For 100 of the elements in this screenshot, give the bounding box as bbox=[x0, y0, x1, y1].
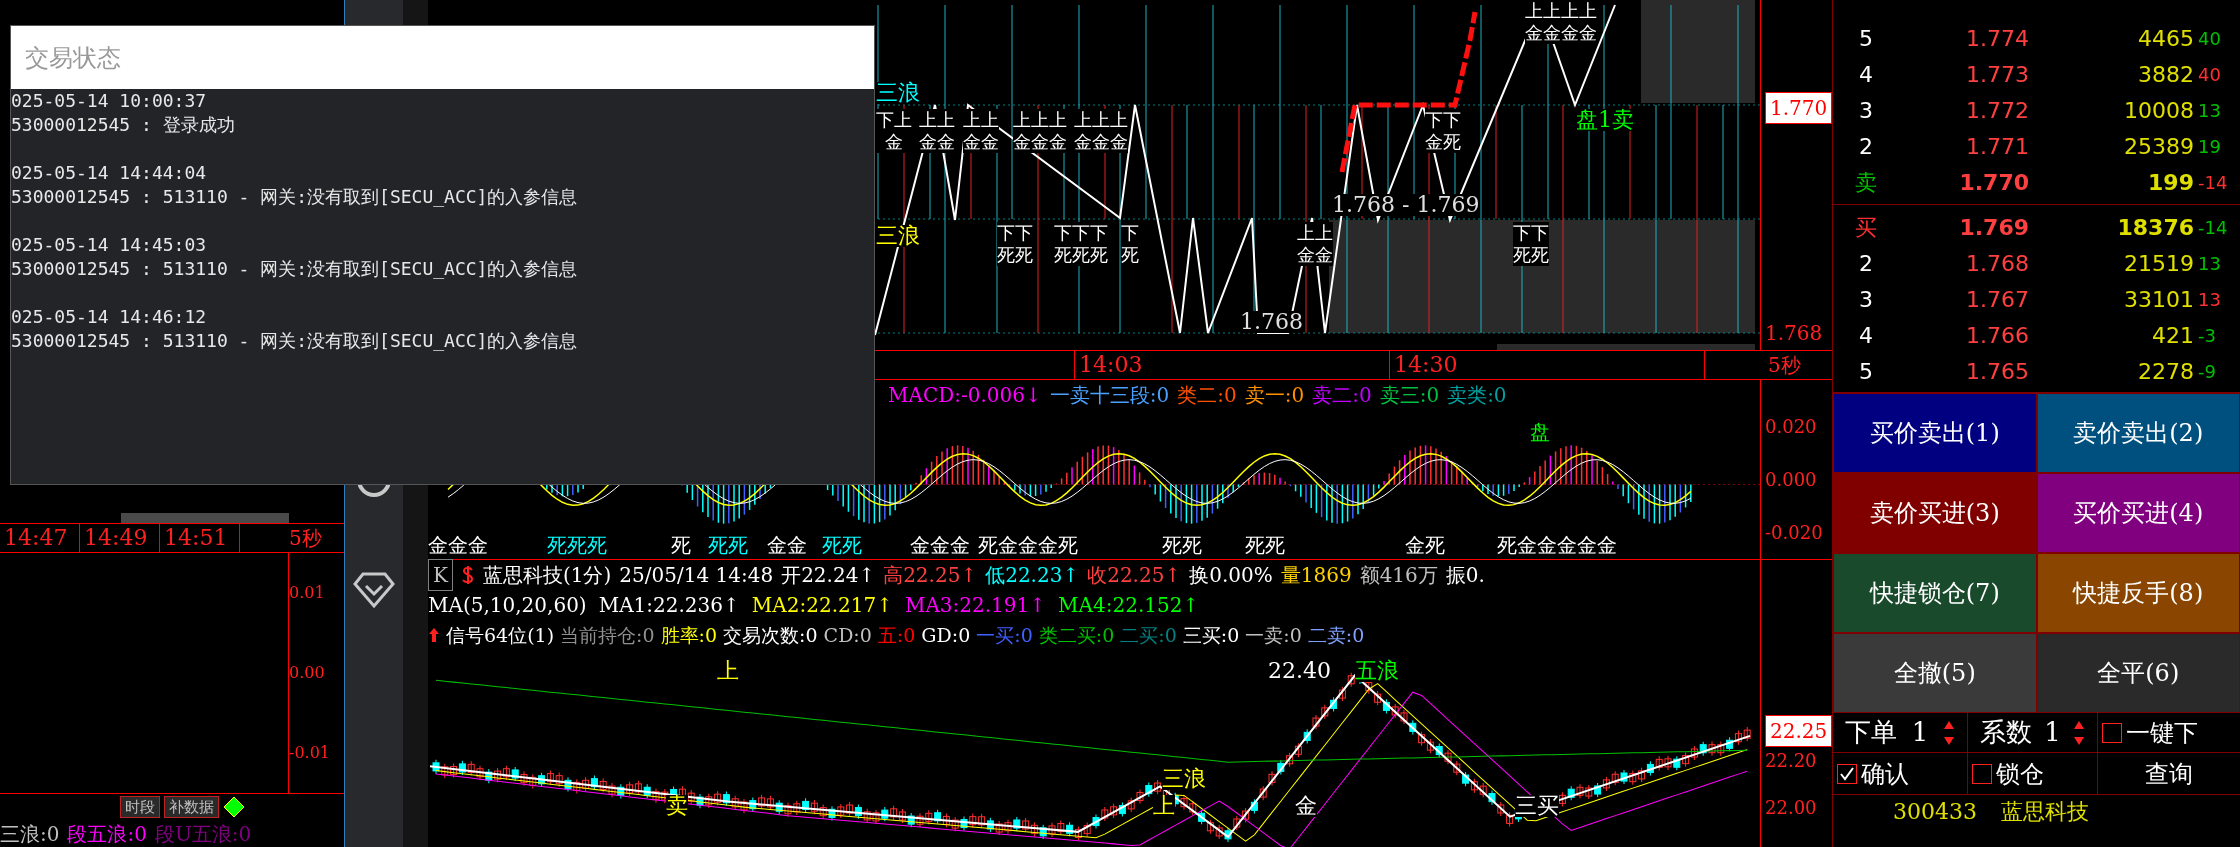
signal-value: 二买:0 bbox=[1120, 622, 1177, 648]
change-value: 40 bbox=[2197, 26, 2221, 51]
indicator-value: MACD:-0.006↓ bbox=[888, 382, 1042, 409]
signal-mark: 上上 金金 bbox=[1297, 222, 1333, 266]
level-label: 4 bbox=[1858, 321, 1874, 350]
price-value: 1.769 bbox=[1958, 213, 2029, 242]
dollar-icon bbox=[460, 565, 475, 585]
price-value: 1.774 bbox=[1965, 24, 2029, 53]
ma-value: MA2:22.217↑ bbox=[751, 592, 893, 619]
trade-button[interactable]: 卖价卖出(2) bbox=[2036, 393, 2240, 473]
change-value: 19 bbox=[2197, 134, 2221, 159]
signal-mark: 上上上上 金金金金 bbox=[1525, 0, 1597, 44]
price-value: 1.765 bbox=[1965, 357, 2029, 386]
ma-value: MA3:22.191↑ bbox=[904, 592, 1047, 619]
chart-label: 三浪 bbox=[876, 225, 920, 247]
change-value: 13 bbox=[2197, 287, 2221, 312]
quantity-field[interactable]: 1 bbox=[2036, 713, 2069, 752]
signal-value: 一卖:0 bbox=[1245, 622, 1302, 648]
time-label: 14:47 bbox=[0, 524, 80, 552]
trade-button[interactable]: 买价买进(4) bbox=[2036, 473, 2240, 553]
axis-label: 1.768 bbox=[1765, 320, 1824, 347]
log-time: 025-05-14 14:46:12 bbox=[11, 305, 208, 329]
dialog-title: 交易状态 bbox=[25, 42, 121, 74]
log-time: 025-05-14 14:44:04 bbox=[11, 161, 208, 185]
price-value: 1.770 bbox=[1958, 168, 2029, 197]
log-time: 025-05-14 14:45:03 bbox=[11, 233, 208, 257]
level-label: 买 bbox=[1854, 213, 1878, 242]
stat-text: 段U五浪:0 bbox=[154, 820, 252, 847]
axis-label: -0.01 bbox=[289, 742, 332, 764]
quote-value: 收22.25↑ bbox=[1087, 562, 1182, 589]
chart-label: 盘 bbox=[1530, 422, 1550, 442]
chart-label: 死 bbox=[671, 535, 691, 555]
signal-mark: 下上 金 bbox=[876, 109, 912, 153]
field-label: 系数 bbox=[1980, 716, 2032, 749]
time-label: 14:30 bbox=[1390, 351, 1705, 379]
price-tag: 22.25 bbox=[1765, 715, 1833, 747]
chart-label: 五浪 bbox=[1355, 660, 1399, 682]
chart-label: 三买 bbox=[1515, 795, 1559, 817]
stat-text: 段五浪:0 bbox=[67, 820, 147, 847]
chart-label: 1.768 - 1.769 bbox=[1332, 194, 1480, 216]
price-value: 1.771 bbox=[1965, 132, 2029, 161]
stock-name: 蓝思科技 bbox=[2001, 798, 2089, 826]
change-value: 40 bbox=[2197, 62, 2221, 87]
period-label: 5秒 bbox=[1767, 352, 1802, 379]
signal-value: 当前持仓:0 bbox=[560, 622, 655, 648]
quote-value: 量1869 bbox=[1280, 562, 1352, 589]
stock-name: 蓝思科技(1分) bbox=[482, 562, 612, 589]
trade-button[interactable]: 全平(6) bbox=[2036, 633, 2240, 713]
trade-button[interactable]: 卖价买进(3) bbox=[1833, 473, 2037, 553]
trade-button[interactable]: 买价卖出(1) bbox=[1833, 393, 2037, 473]
chart-label: 1.768 bbox=[1240, 311, 1303, 333]
signal-value: 一买:0 bbox=[976, 622, 1033, 648]
signal-mark: 下下 金死 bbox=[1425, 109, 1461, 153]
chart-label: 死死 bbox=[1162, 535, 1202, 555]
price-tag: 1.770 bbox=[1765, 92, 1833, 124]
chart-label: 死死 bbox=[1245, 535, 1285, 555]
signal-value: GD:0 bbox=[921, 622, 971, 648]
time-label: 14:03 bbox=[1075, 351, 1390, 379]
checkbox[interactable] bbox=[1972, 763, 1992, 784]
chart-label: 死死 bbox=[822, 535, 862, 555]
level-label: 5 bbox=[1858, 24, 1874, 53]
signal-value: 二卖:0 bbox=[1307, 622, 1365, 648]
stat-text: 三浪:0 bbox=[0, 820, 60, 847]
scrollbar[interactable] bbox=[121, 513, 289, 523]
quote-value: 高22.25↑ bbox=[883, 562, 978, 589]
signal-mark: 上上上 金金金 bbox=[1013, 109, 1067, 153]
chart-label: 三浪 bbox=[1162, 768, 1206, 790]
signal-value: 类二买:0 bbox=[1038, 622, 1115, 648]
level-label: 5 bbox=[1858, 357, 1874, 386]
diamond-check-icon[interactable] bbox=[353, 570, 395, 610]
checkbox-label: 锁仓 bbox=[1996, 758, 2044, 790]
price-value: 1.768 bbox=[1965, 249, 2029, 278]
time-label: 14:49 bbox=[80, 524, 160, 552]
ma-value: MA4:22.152↑ bbox=[1058, 592, 1200, 619]
axis-label: 0.00 bbox=[289, 662, 326, 684]
trade-button[interactable]: 快捷锁仓(7) bbox=[1833, 553, 2037, 633]
checkbox[interactable] bbox=[2102, 722, 2122, 743]
log-message: 53000012545 : 登录成功 bbox=[11, 113, 236, 137]
period-label: 5秒 bbox=[289, 525, 323, 552]
level-label: 2 bbox=[1858, 249, 1874, 278]
log-message: 53000012545 : 513110 - 网关:没有取到[SECU_ACC]的入参信息 bbox=[11, 185, 579, 209]
quantity-field[interactable]: 1 bbox=[1903, 713, 1937, 752]
trade-button[interactable]: 快捷反手(8) bbox=[2036, 553, 2240, 633]
chart-label: 死死 bbox=[708, 535, 748, 555]
chart-label: 三浪 bbox=[876, 82, 920, 104]
ma-value: MA1:22.236↑ bbox=[598, 592, 740, 619]
trade-button[interactable]: 全撤(5) bbox=[1833, 633, 2037, 713]
query-button[interactable]: 查询 bbox=[2098, 753, 2240, 794]
volume-value: 421 bbox=[2151, 321, 2194, 350]
chart-button[interactable]: 补数据 bbox=[164, 796, 219, 818]
checkbox[interactable] bbox=[1837, 763, 1857, 784]
axis-label: 0.01 bbox=[289, 582, 326, 604]
signal-value: 胜率:0 bbox=[660, 622, 718, 648]
ma-value: MA(5,10,20,60) bbox=[428, 592, 587, 619]
code-box[interactable]: K bbox=[428, 559, 453, 591]
diamond-icon[interactable] bbox=[223, 796, 245, 818]
log-message: 53000012545 : 513110 - 网关:没有取到[SECU_ACC]的入参信息 bbox=[11, 257, 579, 281]
chart-button[interactable]: 时段 bbox=[120, 796, 160, 818]
level-label: 2 bbox=[1858, 132, 1874, 161]
change-value: 13 bbox=[2197, 251, 2221, 276]
